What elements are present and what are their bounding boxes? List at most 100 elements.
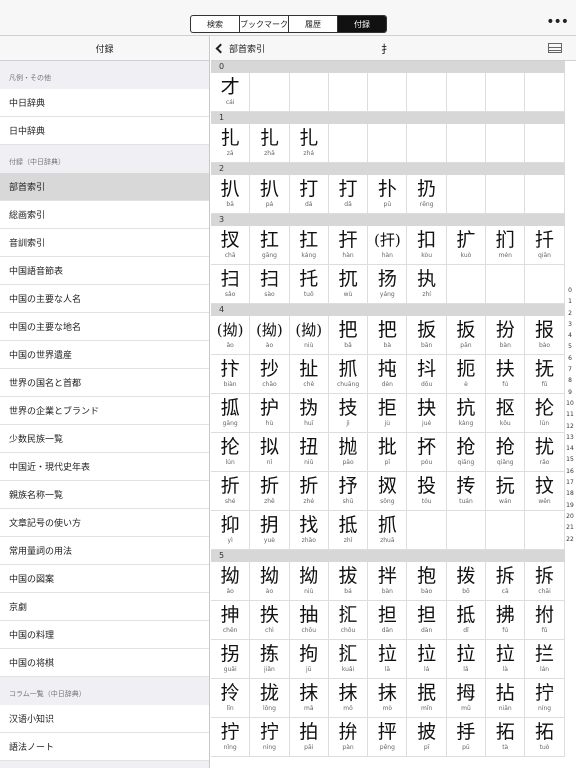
character-cell[interactable]: 㧑 huī xyxy=(289,394,329,433)
character-cell[interactable]: 扣 kòu xyxy=(407,226,447,265)
character-cell[interactable]: 抖 dǒu xyxy=(407,355,447,394)
character-cell[interactable]: 抿 mǐn xyxy=(407,679,447,718)
character-cell[interactable]: 拧 nìng xyxy=(250,718,290,757)
character-cell[interactable]: 拘 jū xyxy=(289,640,329,679)
character-cell[interactable]: 抛 pāo xyxy=(328,433,369,472)
character-cell[interactable]: 披 pī xyxy=(407,718,447,757)
character-cell[interactable]: 抆 wěn xyxy=(525,472,565,511)
character-cell[interactable]: 折 shé xyxy=(211,472,251,511)
character-cell[interactable]: 扒 pá xyxy=(250,175,290,214)
character-cell[interactable]: 抚 fǔ xyxy=(525,355,565,394)
stroke-index-item[interactable]: 4 xyxy=(564,330,576,341)
character-cell[interactable]: 抙 pū xyxy=(446,718,487,757)
character-cell[interactable]: 扎 zhā xyxy=(250,124,290,163)
character-cell[interactable]: 折 zhé xyxy=(289,472,329,511)
character-cell[interactable]: 扑 pū xyxy=(368,175,408,214)
stroke-index-item[interactable]: 7 xyxy=(564,364,576,375)
sidebar-item[interactable]: 親族名称一覧 xyxy=(0,481,209,509)
stroke-index-item[interactable]: 11 xyxy=(564,409,576,420)
stroke-index-item[interactable]: 1 xyxy=(564,296,576,307)
character-cell[interactable]: 扎 zā xyxy=(211,124,251,163)
sidebar-item[interactable]: 文章記号の使い方 xyxy=(0,509,209,537)
character-cell[interactable]: 拉 lā xyxy=(368,640,408,679)
character-cell[interactable]: 拆 chāi xyxy=(525,562,565,601)
character-cell[interactable]: 㧓 gāng xyxy=(211,394,251,433)
sidebar-item[interactable]: 中国の料理 xyxy=(0,621,209,649)
character-cell[interactable]: 扮 bàn xyxy=(486,316,526,355)
character-cell[interactable]: 扫 sào xyxy=(250,265,290,304)
character-cell[interactable]: 抏 wán xyxy=(486,472,526,511)
character-cell[interactable]: 扛 gāng xyxy=(250,226,290,265)
sidebar-item[interactable]: 常用量詞の用法 xyxy=(0,537,209,565)
character-cell[interactable]: 扩 kuò xyxy=(446,226,487,265)
character-cell[interactable]: 扎 zhá xyxy=(289,124,329,163)
stroke-index-item[interactable]: 18 xyxy=(564,488,576,499)
character-cell[interactable]: 才 cái xyxy=(211,73,251,112)
character-cell[interactable]: 折 zhē xyxy=(250,472,290,511)
stroke-index-item[interactable]: 13 xyxy=(564,432,576,443)
tab-1[interactable]: ブックマーク xyxy=(240,16,289,32)
character-cell[interactable]: 抉 jué xyxy=(407,394,447,433)
character-cell[interactable]: 拧 níng xyxy=(525,679,565,718)
character-cell[interactable]: 找 zhǎo xyxy=(289,511,329,550)
character-cell[interactable]: 扪 mén xyxy=(486,226,526,265)
character-cell[interactable]: 批 pī xyxy=(368,433,408,472)
sidebar-item[interactable]: 音訓索引 xyxy=(0,229,209,257)
character-cell[interactable]: 抓 chuāng xyxy=(328,355,369,394)
character-cell[interactable]: 扒 bā xyxy=(211,175,251,214)
character-cell[interactable]: 拉 là xyxy=(486,640,526,679)
stroke-index-item[interactable]: 9 xyxy=(564,387,576,398)
character-cell[interactable]: 抽 chōu xyxy=(289,601,329,640)
character-cell[interactable]: 抢 qiǎng xyxy=(486,433,526,472)
character-cell[interactable]: 抵 dǐ xyxy=(446,601,487,640)
character-cell[interactable]: 拔 bá xyxy=(328,562,369,601)
character-cell[interactable]: 拂 fú xyxy=(486,601,526,640)
sidebar-item[interactable]: 中国語音節表 xyxy=(0,257,209,285)
character-cell[interactable]: 技 jì xyxy=(328,394,369,433)
sidebar-item[interactable]: 汉语小知识 xyxy=(0,705,209,733)
character-cell[interactable]: 㧐 sǒng xyxy=(368,472,408,511)
character-cell[interactable]: 执 zhí xyxy=(407,265,447,304)
character-cell[interactable]: (扞) hàn xyxy=(368,226,408,265)
character-cell[interactable]: 担 dàn xyxy=(407,601,447,640)
sidebar-item[interactable]: 世界の国名と首都 xyxy=(0,369,209,397)
character-cell[interactable]: 拊 fǔ xyxy=(525,601,565,640)
character-cell[interactable]: 报 bào xyxy=(525,316,565,355)
stroke-index-item[interactable]: 8 xyxy=(564,375,576,386)
character-cell[interactable]: 抈 yuè xyxy=(250,511,290,550)
more-icon[interactable]: ••• xyxy=(546,14,569,30)
character-cell[interactable]: 扶 fú xyxy=(486,355,526,394)
list-icon[interactable] xyxy=(548,43,562,53)
character-cell[interactable]: 扳 bān xyxy=(407,316,447,355)
stroke-index-item[interactable]: 14 xyxy=(564,443,576,454)
character-cell[interactable]: 抠 kōu xyxy=(486,394,526,433)
character-cell[interactable]: 投 tóu xyxy=(407,472,447,511)
sidebar-item[interactable]: 少数民族一覧 xyxy=(0,425,209,453)
character-cell[interactable]: 抃 biàn xyxy=(211,355,251,394)
stroke-index-item[interactable]: 17 xyxy=(564,477,576,488)
character-cell[interactable]: 㧟 chōu xyxy=(328,601,369,640)
sidebar-item[interactable]: 中国の主要な人名 xyxy=(0,285,209,313)
character-cell[interactable]: 拐 guǎi xyxy=(211,640,251,679)
stroke-index-item[interactable]: 16 xyxy=(564,466,576,477)
character-cell[interactable]: 扼è xyxy=(446,355,487,394)
character-cell[interactable]: 抢 qiāng xyxy=(446,433,487,472)
stroke-index-item[interactable]: 22 xyxy=(564,534,576,545)
character-cell[interactable]: 扛 káng xyxy=(289,226,329,265)
character-cell[interactable]: 扳 pān xyxy=(446,316,487,355)
character-cell[interactable]: 拗 ào xyxy=(250,562,290,601)
stroke-index-item[interactable]: 21 xyxy=(564,522,576,533)
character-cell[interactable]: 拗 niù xyxy=(289,562,329,601)
character-cell[interactable]: (拗) ào xyxy=(250,316,290,355)
character-cell[interactable]: 抶 chì xyxy=(250,601,290,640)
character-cell[interactable]: 打 dǎ xyxy=(328,175,369,214)
character-cell[interactable]: (拗) niù xyxy=(289,316,329,355)
character-cell[interactable]: 抨 pēng xyxy=(368,718,408,757)
character-cell[interactable]: 拈 niān xyxy=(486,679,526,718)
stroke-index-item[interactable]: 20 xyxy=(564,511,576,522)
character-cell[interactable]: 拌 bàn xyxy=(368,562,408,601)
character-cell[interactable]: 抡 lūn xyxy=(525,394,565,433)
sidebar-item[interactable]: 京劇 xyxy=(0,593,209,621)
character-cell[interactable]: 担 dān xyxy=(368,601,408,640)
character-cell[interactable]: 扽 dèn xyxy=(368,355,408,394)
